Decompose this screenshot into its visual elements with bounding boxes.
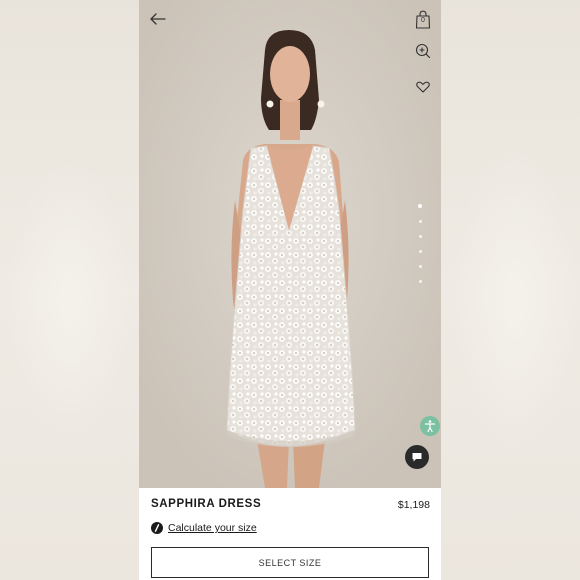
pagination-dot[interactable]: [419, 265, 422, 268]
accessibility-button[interactable]: [420, 416, 440, 436]
back-button[interactable]: [147, 8, 169, 30]
pagination-dot[interactable]: [418, 204, 422, 208]
pagination-dot[interactable]: [419, 235, 422, 238]
product-price: $1,198: [397, 499, 430, 511]
arrow-left-icon: [150, 13, 166, 25]
pagination-dot[interactable]: [419, 280, 422, 283]
chat-icon: [412, 453, 422, 462]
calculate-size-link[interactable]: Calculate your size: [168, 522, 257, 534]
heart-icon: [416, 81, 430, 93]
measure-icon: [151, 522, 163, 534]
bag-count: 0: [421, 17, 425, 24]
pagination-dot[interactable]: [419, 220, 422, 223]
accessibility-icon: [424, 420, 436, 433]
product-page: 0 SAPPHIRA DRESS $1,198 Calculate your s…: [139, 0, 441, 580]
product-name: SAPPHIRA DRESS: [151, 498, 262, 510]
chat-button[interactable]: [405, 445, 429, 469]
zoom-in-icon: [415, 43, 431, 59]
wishlist-button[interactable]: [414, 78, 432, 96]
select-size-button[interactable]: SELECT SIZE: [151, 547, 429, 578]
size-calculator[interactable]: Calculate your size: [151, 522, 257, 534]
shopping-bag-button[interactable]: 0: [413, 8, 433, 30]
model-photo: [139, 0, 441, 488]
pagination-dot[interactable]: [419, 250, 422, 253]
product-image[interactable]: [139, 0, 441, 488]
gallery-pagination: [418, 204, 424, 295]
zoom-button[interactable]: [414, 42, 432, 60]
